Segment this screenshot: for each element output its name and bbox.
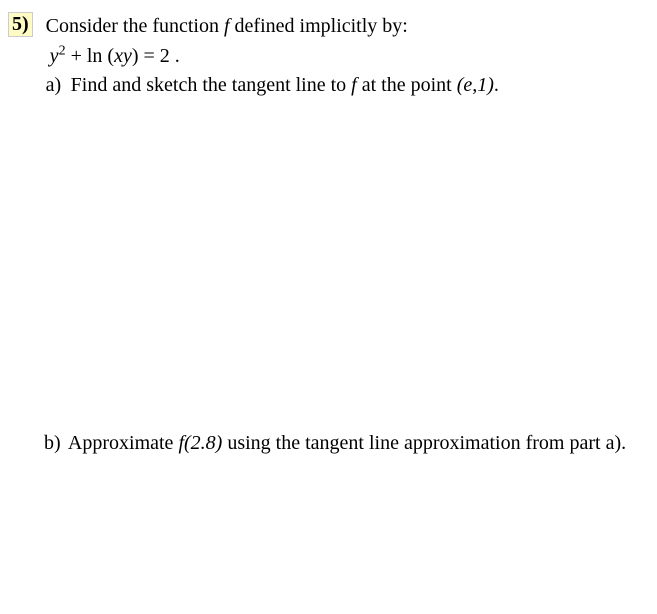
prompt-text-2: defined implicitly by: [235, 15, 408, 37]
eq-end: ) = 2 . [132, 45, 180, 67]
equation: y2 + ln (xy) = 2 . [50, 40, 636, 72]
part-b-text-2: using the tangent line approximation fro… [222, 432, 626, 454]
part-a-period: . [494, 74, 499, 96]
eq-y: y [50, 45, 59, 67]
part-a-text-2: at the point [357, 74, 457, 96]
part-a-label: a) [46, 74, 66, 97]
part-a-point: (e,1) [457, 74, 494, 96]
eq-mid: + ln ( [66, 45, 115, 67]
problem-body: Consider the function f defined implicit… [46, 12, 636, 97]
problem-number: 5) [8, 12, 33, 37]
part-b-f: f(2.8) [178, 432, 222, 454]
problem-container: 5) Consider the function f defined impli… [0, 0, 657, 105]
part-b-text-1: Approximate [68, 432, 179, 454]
eq-exponent: 2 [59, 43, 66, 58]
prompt-text-1: Consider the function [46, 15, 219, 37]
eq-xy: xy [114, 45, 132, 67]
part-b: b) Approximate f(2.8) using the tangent … [44, 432, 634, 455]
part-b-label: b) [44, 432, 64, 455]
part-a-text-1: Find and sketch the tangent line to [71, 74, 352, 96]
problem-prompt: Consider the function f defined implicit… [46, 12, 636, 40]
prompt-function-var: f [219, 15, 235, 37]
part-a: a) Find and sketch the tangent line to f… [46, 74, 636, 97]
